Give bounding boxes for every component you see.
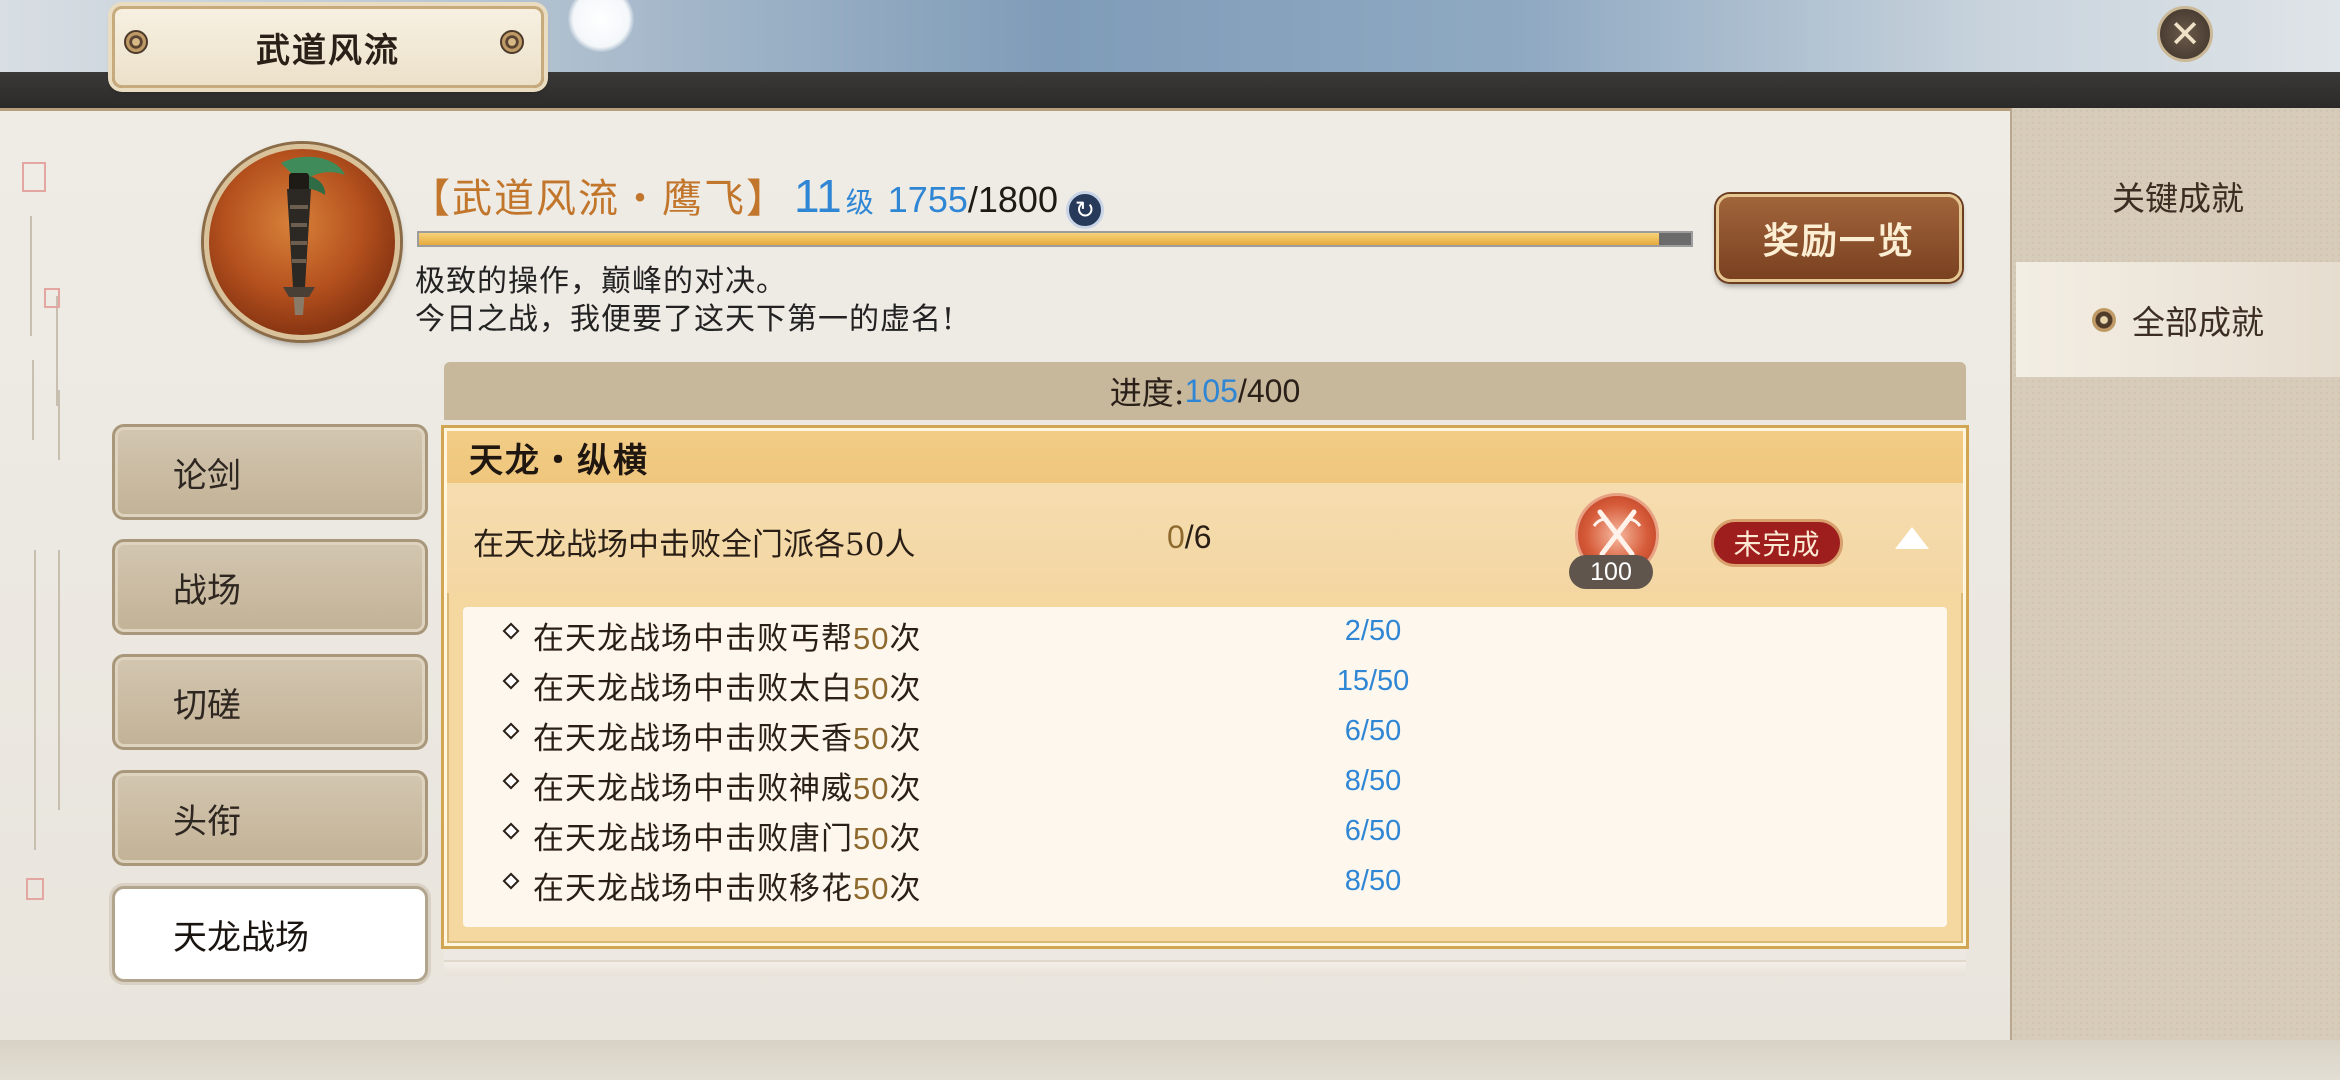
achievement-header: 【武道风流・鹰飞】 11 级 1755 / 1800 ↻	[410, 166, 1104, 229]
triangle-up-icon[interactable]	[1895, 527, 1929, 549]
bottom-strip	[0, 1040, 2340, 1080]
level-unit: 级	[845, 186, 874, 219]
window-title-text: 武道风流	[256, 30, 400, 71]
xp-max: 1800	[977, 179, 1058, 220]
achievement-points: 100	[1569, 555, 1653, 589]
subtask-text: 在天龙战场中击败唐门50次	[533, 821, 922, 857]
subtask-progress: 15/50	[1336, 665, 1410, 697]
nav-battlefield[interactable]: 战场	[112, 539, 428, 635]
subtask-panel: 在天龙战场中击败丐帮50次 2/50 在天龙战场中击败太白50次 15/50 在…	[463, 607, 1947, 927]
tab-key-achievements-label: 关键成就	[2112, 178, 2244, 218]
nav-sparring[interactable]: 切磋	[112, 654, 428, 750]
achievement-group-title: 天龙・纵横	[447, 431, 1963, 483]
progress-current: 105	[1184, 372, 1238, 409]
red-seal-icon	[44, 288, 60, 308]
subtask-text: 在天龙战场中击败丐帮50次	[533, 621, 922, 657]
subtask-row: 在天龙战场中击败唐门50次 6/50	[463, 807, 1947, 857]
achievement-emblem	[204, 144, 400, 340]
nav-label: 头衔	[173, 801, 241, 842]
overall-progress: 进度: 105 / 400	[444, 362, 1966, 420]
calligraphy-decoration	[22, 160, 72, 910]
subtask-progress: 6/50	[1344, 815, 1402, 847]
progress-label: 进度:	[1109, 374, 1185, 412]
xp-progress-fill	[419, 233, 1660, 245]
knot-ornament-left-icon	[124, 30, 148, 54]
subtask-progress: 8/50	[1344, 865, 1402, 897]
close-button[interactable]: ✕	[2157, 6, 2213, 62]
dagger-icon	[281, 156, 345, 315]
progress-total: 400	[1246, 372, 1301, 409]
subtask-text: 在天龙战场中击败移花50次	[533, 871, 922, 907]
achievement-main-row[interactable]: 在天龙战场中击败全门派各50人 0/6 100 未完成	[447, 483, 1963, 593]
subtask-text: 在天龙战场中击败神威50次	[533, 771, 922, 807]
subtask-row: 在天龙战场中击败天香50次 6/50	[463, 707, 1947, 757]
diamond-bullet-icon	[502, 772, 520, 790]
nav-label: 战场	[173, 570, 241, 611]
achievement-count: 0/6	[1167, 519, 1211, 556]
subtask-progress: 6/50	[1344, 715, 1402, 747]
description-line-2: 今日之战，我便要了这天下第一的虚名!	[415, 302, 956, 337]
red-seal-icon	[22, 162, 46, 192]
nav-titles[interactable]: 头衔	[112, 770, 428, 866]
tab-all-achievements-label: 全部成就	[2132, 302, 2264, 342]
subtask-row: 在天龙战场中击败太白50次 15/50	[463, 657, 1947, 707]
subtask-row: 在天龙战场中击败移花50次 8/50	[463, 857, 1947, 907]
refresh-icon[interactable]: ↻	[1065, 191, 1104, 229]
bullet-knot-icon	[2092, 307, 2116, 332]
window-title: 武道风流	[112, 6, 544, 88]
count-current: 0	[1167, 519, 1185, 555]
level-value: 11	[794, 170, 842, 222]
progress-separator: /	[1237, 372, 1247, 409]
count-separator: /	[1184, 519, 1194, 555]
count-total: 6	[1193, 519, 1212, 555]
next-achievement-card[interactable]	[444, 960, 1966, 976]
xp-separator: /	[967, 179, 978, 220]
xp-current: 1755	[887, 179, 968, 220]
diamond-bullet-icon	[502, 622, 520, 640]
reward-list-button[interactable]: 奖励一览	[1716, 194, 1962, 282]
knot-ornament-right-icon	[500, 30, 524, 54]
diamond-bullet-icon	[502, 872, 520, 890]
subtask-text: 在天龙战场中击败天香50次	[533, 721, 922, 757]
xp-progress-bar	[417, 231, 1693, 247]
nav-tianlong-battlefield[interactable]: 天龙战场	[112, 886, 428, 982]
achievement-card[interactable]: 天龙・纵横 在天龙战场中击败全门派各50人 0/6 100 未完成 在天龙战场中…	[444, 428, 1966, 946]
nav-label: 切磋	[173, 685, 241, 726]
reward-list-label: 奖励一览	[1762, 220, 1915, 262]
red-seal-icon	[26, 878, 44, 900]
status-badge: 未完成	[1711, 519, 1843, 567]
diamond-bullet-icon	[502, 822, 520, 840]
nav-lunjian[interactable]: 论剑	[112, 424, 428, 520]
achievement-task: 在天龙战场中击败全门派各50人	[473, 527, 916, 563]
subtask-row: 在天龙战场中击败丐帮50次 2/50	[463, 607, 1947, 657]
diamond-bullet-icon	[502, 672, 520, 690]
nav-label: 论剑	[173, 455, 241, 496]
subtask-text: 在天龙战场中击败太白50次	[533, 671, 922, 707]
subtask-progress: 8/50	[1344, 765, 1402, 797]
tab-all-achievements[interactable]: 全部成就	[2016, 262, 2340, 377]
tab-key-achievements[interactable]: 关键成就	[2016, 138, 2340, 253]
achievement-title: 【武道风流・鹰飞】	[410, 176, 788, 222]
subtask-progress: 2/50	[1344, 615, 1402, 647]
close-icon: ✕	[2169, 12, 2201, 56]
nav-label: 天龙战场	[173, 917, 309, 958]
subtask-row: 在天龙战场中击败神威50次 8/50	[463, 757, 1947, 807]
diamond-bullet-icon	[502, 722, 520, 740]
